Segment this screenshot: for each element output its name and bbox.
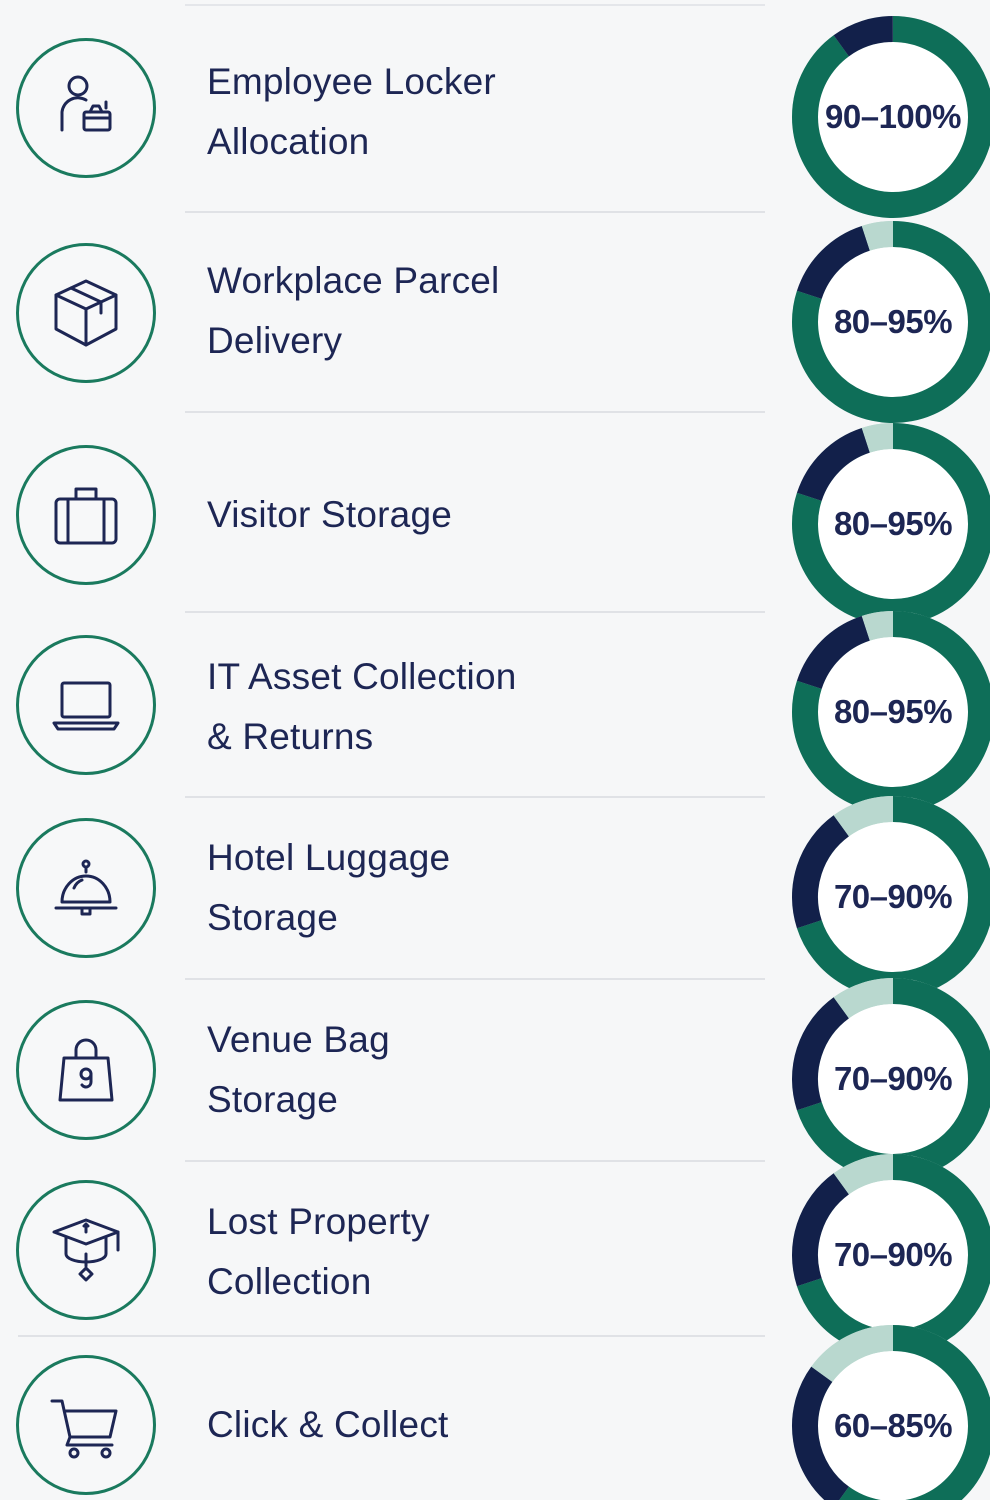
shopping-cart-icon — [16, 1355, 156, 1495]
laptop-icon — [16, 635, 156, 775]
range-donut: 70–90% — [788, 792, 990, 1002]
parcel-box-icon — [16, 243, 156, 383]
service-bell-icon — [16, 818, 156, 958]
range-donut: 80–95% — [788, 607, 990, 817]
range-label: 90–100% — [825, 98, 961, 135]
usage-range-list: Employee Locker Allocation 90–100% Workp… — [0, 0, 990, 1500]
item-label: Venue Bag Storage — [207, 1019, 390, 1120]
employee-locker-icon — [16, 38, 156, 178]
top-divider — [185, 4, 765, 6]
list-row: Workplace Parcel Delivery 80–95% — [0, 213, 990, 423]
suitcase-icon — [16, 445, 156, 585]
range-label: 80–95% — [833, 693, 953, 730]
list-row: Visitor Storage 80–95% — [0, 413, 990, 625]
item-label: Visitor Storage — [207, 494, 452, 535]
item-label: Employee Locker Allocation — [207, 61, 496, 162]
list-row: Employee Locker Allocation 90–100% — [0, 8, 990, 218]
item-label: Lost Property Collection — [207, 1201, 430, 1302]
range-label: 60–85% — [833, 1407, 953, 1444]
item-label: Workplace Parcel Delivery — [207, 260, 500, 361]
range-label: 80–95% — [833, 505, 953, 542]
range-label: 80–95% — [833, 303, 953, 340]
list-row: Hotel Luggage Storage 70–90% — [0, 796, 990, 998]
item-label: Click & Collect — [207, 1404, 449, 1445]
list-row: Click & Collect 60–85% — [0, 1325, 990, 1500]
range-donut: 60–85% — [788, 1321, 990, 1500]
range-donut: 90–100% — [788, 12, 990, 222]
range-donut: 80–95% — [788, 217, 990, 427]
list-row: Venue Bag Storage 70–90% — [0, 978, 990, 1180]
lost-property-icon — [16, 1180, 156, 1320]
range-label: 70–90% — [833, 878, 953, 915]
range-donut: 80–95% — [788, 419, 990, 629]
item-label: IT Asset Collection & Returns — [207, 656, 517, 757]
list-row: IT Asset Collection & Returns 80–95% — [0, 611, 990, 813]
list-row: Lost Property Collection 70–90% — [0, 1154, 990, 1356]
item-label: Hotel Luggage Storage — [207, 837, 451, 938]
shopping-bag-icon — [16, 1000, 156, 1140]
